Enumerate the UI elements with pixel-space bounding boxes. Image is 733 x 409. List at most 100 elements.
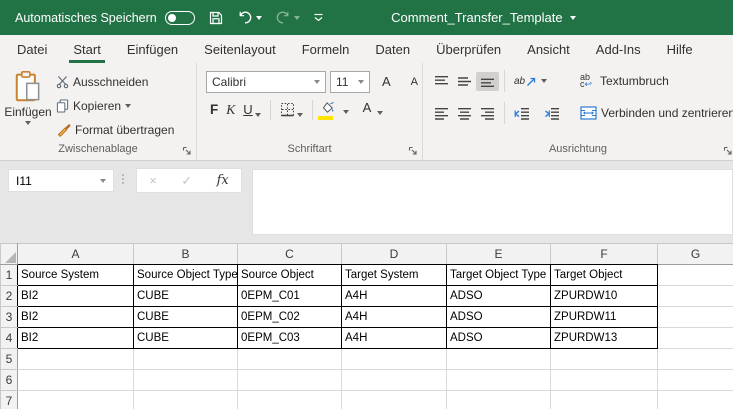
formula-input[interactable] xyxy=(252,169,733,235)
font-size-select[interactable]: 11 xyxy=(330,71,370,93)
underline-button[interactable]: U xyxy=(239,100,264,119)
row-header-4[interactable]: 4 xyxy=(1,328,18,349)
borders-button[interactable] xyxy=(276,100,307,119)
column-header-D[interactable]: D xyxy=(342,244,447,265)
align-middle-button[interactable] xyxy=(453,72,476,91)
cell-A2[interactable]: BI2 xyxy=(18,286,134,307)
row-header-6[interactable]: 6 xyxy=(1,370,18,391)
cell-E2[interactable]: ADSO xyxy=(447,286,551,307)
copy-button[interactable]: Kopieren xyxy=(56,94,174,117)
grow-font-button[interactable]: A xyxy=(378,72,395,91)
cell-B1[interactable]: Source Object Type xyxy=(134,265,238,286)
column-header-F[interactable]: F xyxy=(551,244,658,265)
align-left-button[interactable] xyxy=(430,104,453,123)
tab-formeln[interactable]: Formeln xyxy=(289,35,363,63)
column-header-B[interactable]: B xyxy=(134,244,238,265)
cell-A6[interactable] xyxy=(18,370,134,391)
clipboard-dialog-launcher[interactable] xyxy=(182,146,192,156)
cell-C7[interactable] xyxy=(238,391,342,409)
cell-G4[interactable] xyxy=(658,328,733,349)
paste-button[interactable]: Einfügen xyxy=(0,68,56,141)
save-button[interactable] xyxy=(208,10,224,26)
cell-F1[interactable]: Target Object xyxy=(551,265,658,286)
cell-E3[interactable]: ADSO xyxy=(447,307,551,328)
insert-function-icon[interactable]: fx xyxy=(217,173,229,188)
cell-F6[interactable] xyxy=(551,370,658,391)
autosave-toggle[interactable]: Automatisches Speichern xyxy=(15,11,195,25)
row-header-3[interactable]: 3 xyxy=(1,307,18,328)
cell-G1[interactable] xyxy=(658,265,733,286)
cell-F4[interactable]: ZPURDW13 xyxy=(551,328,658,349)
undo-button[interactable] xyxy=(237,10,262,25)
cell-C1[interactable]: Source Object xyxy=(238,265,342,286)
fill-color-button[interactable] xyxy=(318,100,353,116)
row-header-2[interactable]: 2 xyxy=(1,286,18,307)
cell-B2[interactable]: CUBE xyxy=(134,286,238,307)
cell-D2[interactable]: A4H xyxy=(342,286,447,307)
italic-button[interactable]: K xyxy=(222,100,239,120)
cell-E4[interactable]: ADSO xyxy=(447,328,551,349)
cell-G7[interactable] xyxy=(658,391,733,409)
cell-A4[interactable]: BI2 xyxy=(18,328,134,349)
cell-B7[interactable] xyxy=(134,391,238,409)
cell-A3[interactable]: BI2 xyxy=(18,307,134,328)
name-box[interactable]: I11 xyxy=(8,169,114,192)
cell-B6[interactable] xyxy=(134,370,238,391)
tab-hilfe[interactable]: Hilfe xyxy=(654,35,706,63)
shrink-font-button[interactable]: A xyxy=(407,74,422,90)
tab-seitenlayout[interactable]: Seitenlayout xyxy=(191,35,289,63)
cell-E1[interactable]: Target Object Type xyxy=(447,265,551,286)
cell-C6[interactable] xyxy=(238,370,342,391)
cell-C4[interactable]: 0EPM_C03 xyxy=(238,328,342,349)
cell-F5[interactable] xyxy=(551,349,658,370)
formula-bar-resize-handle[interactable] xyxy=(122,174,124,184)
font-dialog-launcher[interactable] xyxy=(408,146,418,156)
cell-G2[interactable] xyxy=(658,286,733,307)
format-painter-button[interactable]: Format übertragen xyxy=(56,118,174,141)
cell-C2[interactable]: 0EPM_C01 xyxy=(238,286,342,307)
cell-B3[interactable]: CUBE xyxy=(134,307,238,328)
increase-indent-button[interactable] xyxy=(540,104,564,123)
cut-button[interactable]: Ausschneiden xyxy=(56,70,174,93)
tab-datei[interactable]: Datei xyxy=(4,35,60,63)
enter-icon[interactable]: ✓ xyxy=(181,173,192,189)
cell-D1[interactable]: Target System xyxy=(342,265,447,286)
orientation-button[interactable]: ab xyxy=(510,73,551,90)
align-right-button[interactable] xyxy=(476,104,499,123)
cell-A5[interactable] xyxy=(18,349,134,370)
cell-F7[interactable] xyxy=(551,391,658,409)
cell-B5[interactable] xyxy=(134,349,238,370)
cell-D7[interactable] xyxy=(342,391,447,409)
customize-qat-button[interactable] xyxy=(313,13,324,22)
wrap-text-button[interactable]: ab c↩ Textumbruch xyxy=(580,68,733,94)
row-header-5[interactable]: 5 xyxy=(1,349,18,370)
cell-E6[interactable] xyxy=(447,370,551,391)
cell-F2[interactable]: ZPURDW10 xyxy=(551,286,658,307)
alignment-dialog-launcher[interactable] xyxy=(723,146,733,156)
cell-G3[interactable] xyxy=(658,307,733,328)
column-header-G[interactable]: G xyxy=(658,244,733,265)
select-all-button[interactable] xyxy=(1,244,18,265)
cell-A7[interactable] xyxy=(18,391,134,409)
tab-ansicht[interactable]: Ansicht xyxy=(514,35,583,63)
font-color-button[interactable]: A xyxy=(359,98,388,117)
cell-F3[interactable]: ZPURDW11 xyxy=(551,307,658,328)
cell-A1[interactable]: Source System xyxy=(18,265,134,286)
column-header-C[interactable]: C xyxy=(238,244,342,265)
cell-E7[interactable] xyxy=(447,391,551,409)
column-header-E[interactable]: E xyxy=(447,244,551,265)
cell-B4[interactable]: CUBE xyxy=(134,328,238,349)
tab-ueberpruefen[interactable]: Überprüfen xyxy=(423,35,514,63)
column-header-A[interactable]: A xyxy=(18,244,134,265)
cell-D3[interactable]: A4H xyxy=(342,307,447,328)
row-header-7[interactable]: 7 xyxy=(1,391,18,409)
document-title[interactable]: Comment_Transfer_Template xyxy=(324,10,643,25)
tab-start[interactable]: Start xyxy=(60,35,113,63)
bold-button[interactable]: F xyxy=(206,100,222,119)
redo-button[interactable] xyxy=(275,10,300,25)
cell-C3[interactable]: 0EPM_C02 xyxy=(238,307,342,328)
tab-einfuegen[interactable]: Einfügen xyxy=(114,35,191,63)
cell-D6[interactable] xyxy=(342,370,447,391)
merge-center-button[interactable]: Verbinden und zentrieren xyxy=(580,100,733,126)
cell-D4[interactable]: A4H xyxy=(342,328,447,349)
